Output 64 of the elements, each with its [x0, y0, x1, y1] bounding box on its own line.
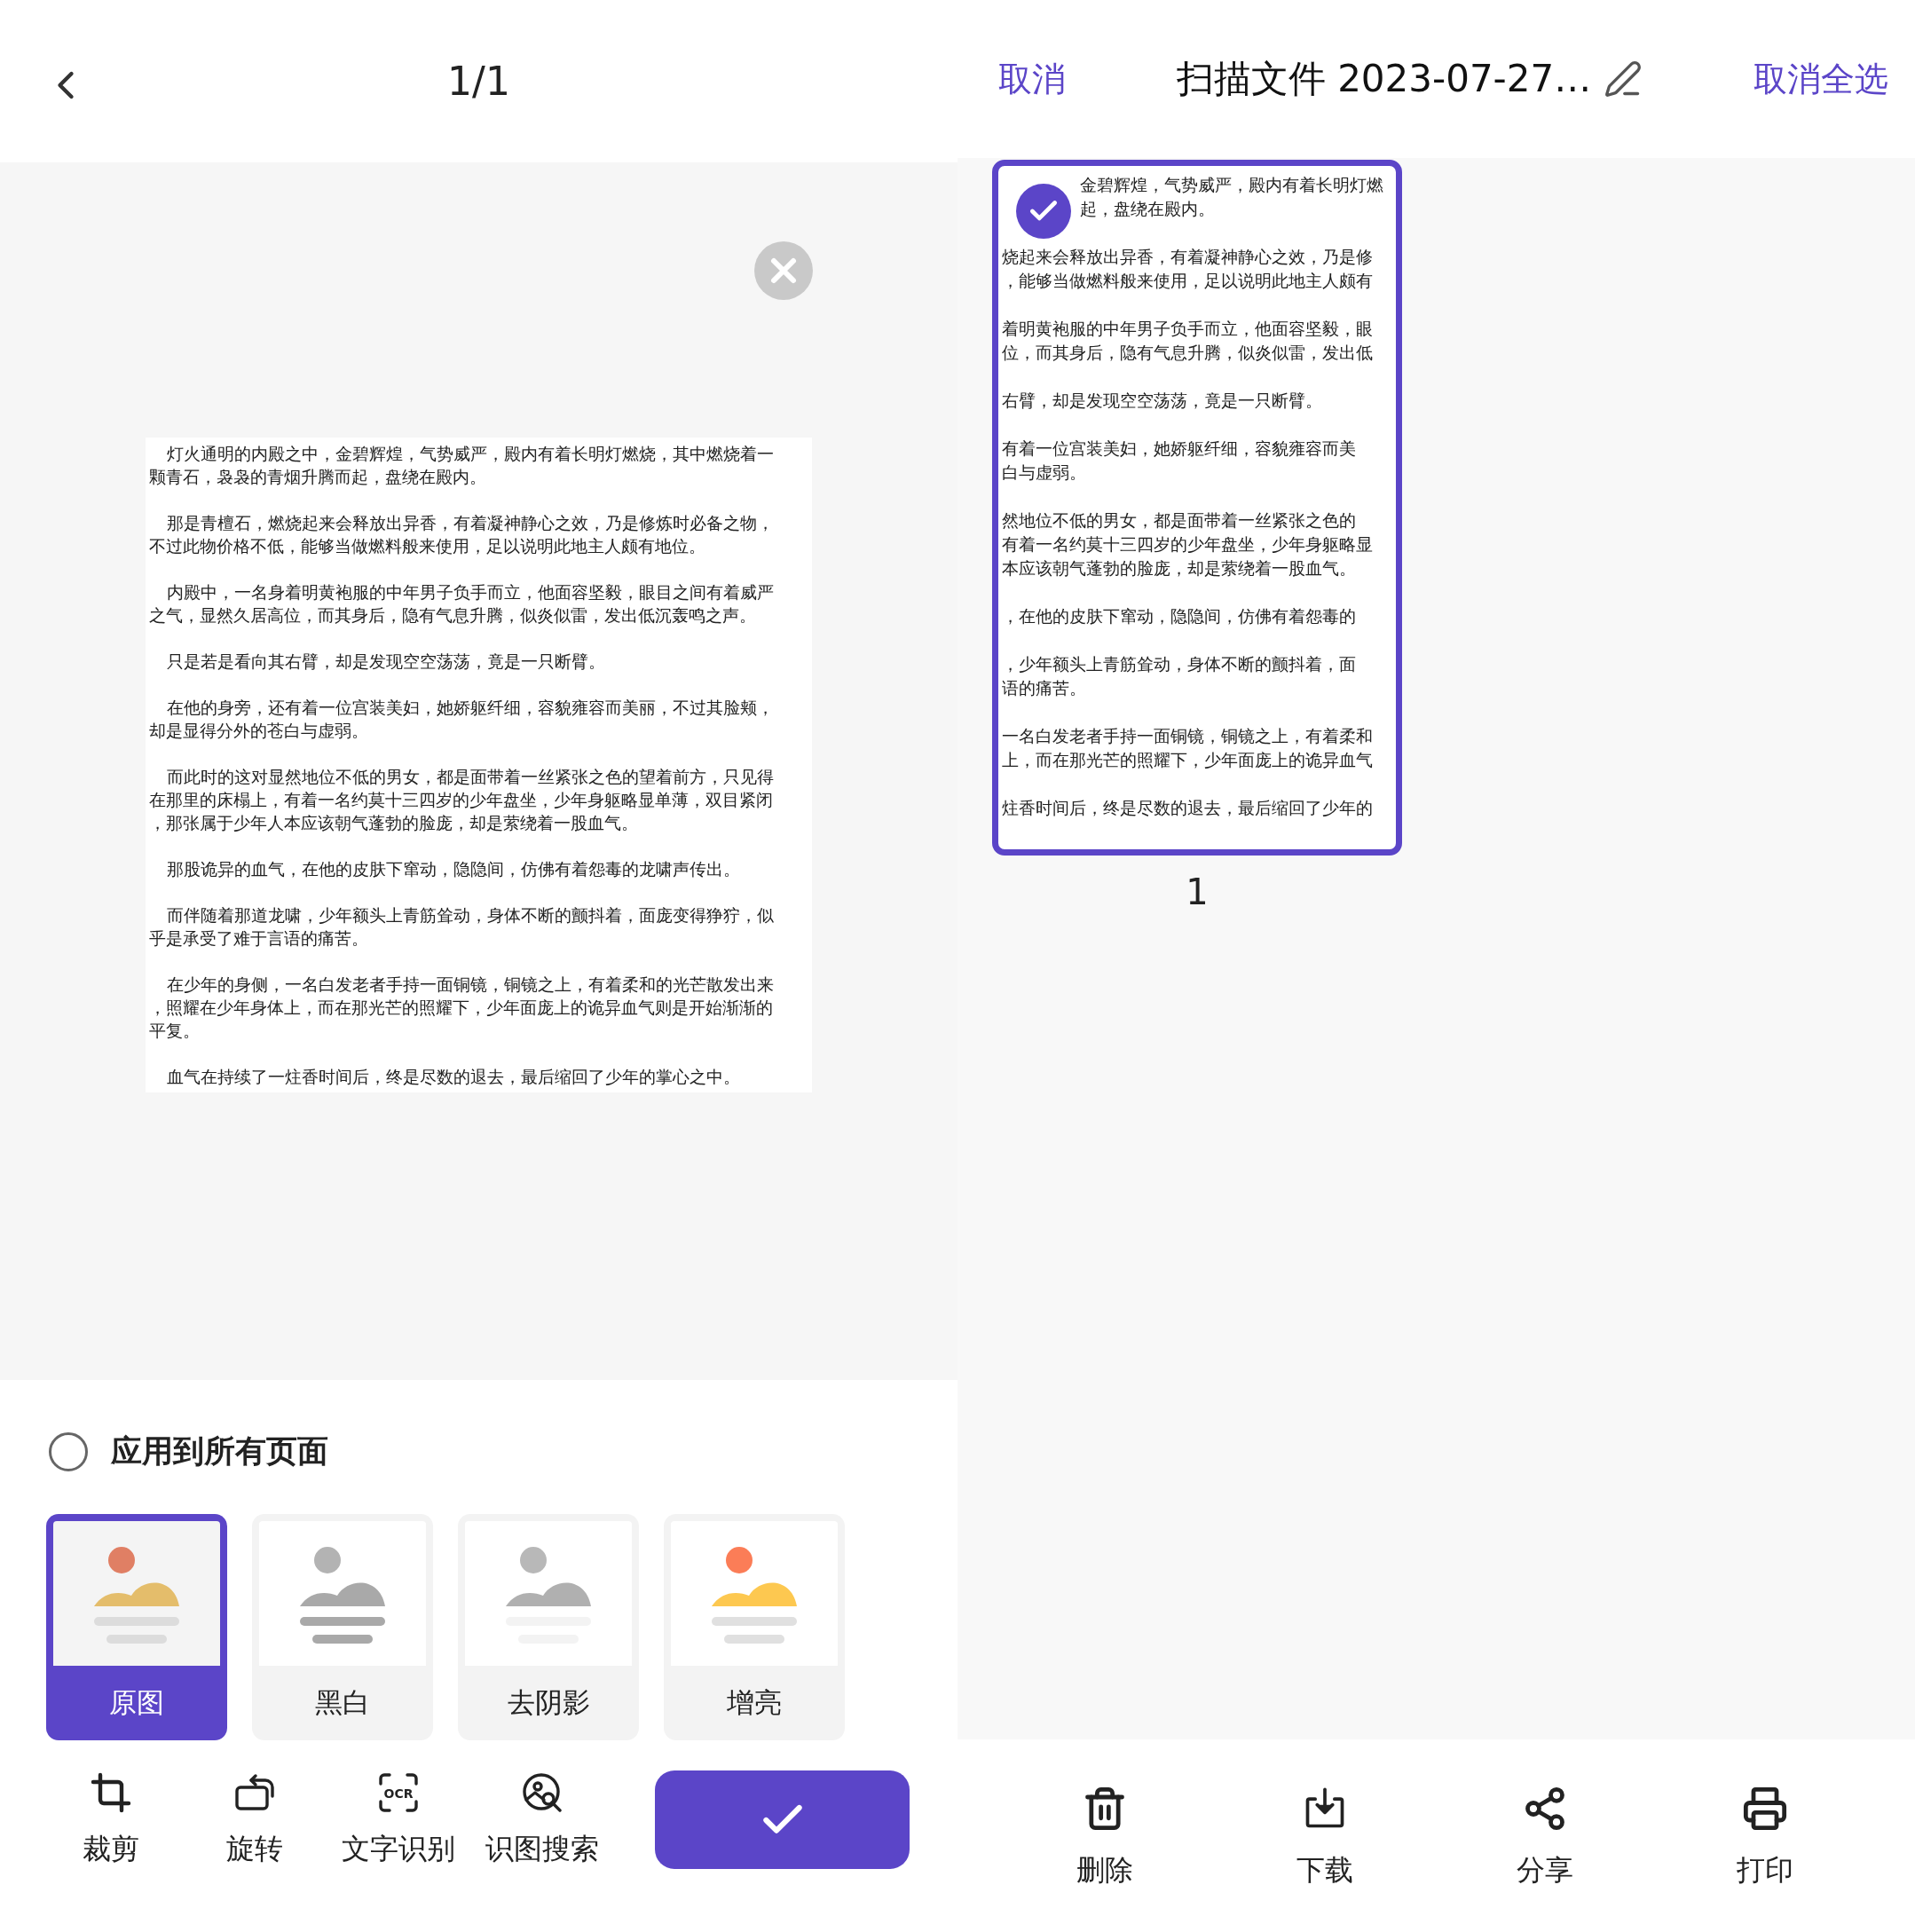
- document-text-line: 有着一位宫装美妇，她娇躯纤细，容貌雍容而美: [1002, 438, 1356, 460]
- page-thumbnail[interactable]: [992, 160, 1402, 856]
- crop-icon: [90, 1770, 132, 1814]
- document-text-line: 在他的身旁，还有着一位宫装美妇，她娇躯纤细，容貌雍容而美丽，不过其脸颊，: [167, 698, 774, 719]
- document-text-line: ，能够当做燃料般来使用，足以说明此地主人颇有: [1002, 270, 1373, 292]
- document-text-line: 着明黄袍服的中年男子负手而立，他面容坚毅，眼: [1002, 318, 1373, 340]
- apply-all-label: 应用到所有页面: [111, 1432, 328, 1471]
- confirm-button[interactable]: [655, 1770, 910, 1869]
- document-text-line: 然地位不低的男女，都是面带着一丝紧张之色的: [1002, 509, 1356, 532]
- deselect-all-button[interactable]: 取消全选: [1753, 56, 1888, 102]
- pencil-icon: [1604, 59, 1643, 99]
- document-text-line: 平复。: [149, 1021, 200, 1042]
- document-title: 扫描文件 2023-07-27…: [1176, 56, 1592, 102]
- page-number: 1: [1186, 871, 1209, 912]
- document-text-line: 而伴随着那道龙啸，少年额头上青筋耸动，身体不断的颤抖着，面庞变得狰狞，似: [167, 905, 774, 927]
- document-text-line: 在那里的床榻上，有着一名约莫十三四岁的少年盘坐，少年身躯略显单薄，双目紧闭: [149, 790, 773, 811]
- document-text-line: 一名白发老者手持一面铜镜，铜镜之上，有着柔和: [1002, 725, 1373, 747]
- document-text-line: 那是青檀石，燃烧起来会释放出异香，有着凝神静心之效，乃是修炼时必备之物，: [167, 513, 774, 534]
- document-text-line: 内殿中，一名身着明黄袍服的中年男子负手而立，他面容坚毅，眼目之间有着威严: [167, 582, 774, 603]
- radio-button[interactable]: [49, 1431, 88, 1471]
- tool-button[interactable]: 识图搜索: [470, 1770, 614, 1869]
- document-text-line: 而此时的这对显然地位不低的男女，都是面带着一丝紧张之色的望着前方，只见得: [167, 767, 774, 788]
- document-text-line: 在少年的身侧，一名白发老者手持一面铜镜，铜镜之上，有着柔和的光芒散发出来: [167, 974, 774, 996]
- close-icon: [768, 256, 799, 286]
- document-text-line: 白与虚弱。: [1002, 461, 1086, 484]
- filter-option[interactable]: 原图: [46, 1514, 227, 1740]
- document-text-line: 之气，显然久居高位，而其身后，隐有气息升腾，似炎似雷，发出低沉轰鸣之声。: [149, 605, 756, 627]
- tool-button[interactable]: 旋转: [183, 1770, 327, 1869]
- document-text-line: 上，而在那光芒的照耀下，少年面庞上的诡异血气: [1002, 749, 1373, 771]
- action-button[interactable]: 删除: [995, 1786, 1215, 1890]
- document-text-line: 右臂，却是发现空空荡荡，竟是一只断臂。: [1002, 390, 1322, 412]
- page-counter: 1/1: [447, 59, 510, 104]
- action-button[interactable]: 打印: [1655, 1786, 1875, 1890]
- filter-option[interactable]: 去阴影: [458, 1514, 639, 1740]
- document-text-line: 起，盘绕在殿内。: [1080, 198, 1215, 220]
- printer-icon: [1742, 1786, 1788, 1832]
- edit-button[interactable]: [1604, 59, 1643, 99]
- filter-option[interactable]: 黑白: [252, 1514, 433, 1740]
- cancel-button[interactable]: 取消: [998, 56, 1066, 102]
- document-text-line: 金碧辉煌，气势威严，殿内有着长明灯燃: [1080, 174, 1383, 196]
- document-text-line: ，照耀在少年身体上，而在那光芒的照耀下，少年面庞上的诡异血气则是开始渐渐的: [149, 998, 773, 1019]
- document-text-line: 只是若是看向其右臂，却是发现空空荡荡，竟是一只断臂。: [167, 651, 605, 673]
- document-text-line: 烧起来会释放出异香，有着凝神静心之效，乃是修: [1002, 246, 1373, 268]
- document-text-line: 颗青石，袅袅的青烟升腾而起，盘绕在殿内。: [149, 467, 486, 488]
- document-text-line: ，少年额头上青筋耸动，身体不断的颤抖着，面: [1002, 653, 1356, 675]
- document-text-line: 灯火通明的内殿之中，金碧辉煌，气势威严，殿内有着长明灯燃烧，其中燃烧着一: [167, 444, 774, 465]
- image-search-icon: [521, 1770, 563, 1814]
- document-text-line: 乎是承受了难于言语的痛苦。: [149, 928, 368, 950]
- document-text-line: 炷香时间后，终是尽数的退去，最后缩回了少年的: [1002, 797, 1373, 819]
- document-text-line: 语的痛苦。: [1002, 677, 1086, 699]
- document-text-line: ，在他的皮肤下窜动，隐隐间，仿佛有着怨毒的: [1002, 605, 1356, 627]
- document-text-line: 位，而其身后，隐有气息升腾，似炎似雷，发出低: [1002, 342, 1373, 364]
- document-text-line: 却是显得分外的苍白与虚弱。: [149, 721, 368, 742]
- document-text-line: 那股诡异的血气，在他的皮肤下窜动，隐隐间，仿佛有着怨毒的龙啸声传出。: [167, 859, 740, 880]
- document-text-line: 本应该朝气蓬勃的脸庞，却是萦绕着一股血气。: [1002, 557, 1356, 580]
- action-button[interactable]: 分享: [1435, 1786, 1655, 1890]
- tool-button[interactable]: 裁剪: [39, 1770, 183, 1869]
- document-text-line: ，那张属于少年人本应该朝气蓬勃的脸庞，却是萦绕着一股血气。: [149, 813, 638, 834]
- document-text-line: 血气在持续了一炷香时间后，终是尽数的退去，最后缩回了少年的掌心之中。: [167, 1067, 740, 1088]
- filter-option[interactable]: 增亮: [664, 1514, 845, 1740]
- tool-button[interactable]: OCR 文字识别: [327, 1770, 470, 1869]
- document-text-line: 不过此物价格不低，能够当做燃料般来使用，足以说明此地主人颇有地位。: [149, 536, 705, 557]
- action-button[interactable]: 下载: [1215, 1786, 1435, 1890]
- document-text-line: 有着一名约莫十三四岁的少年盘坐，少年身躯略显: [1002, 533, 1373, 556]
